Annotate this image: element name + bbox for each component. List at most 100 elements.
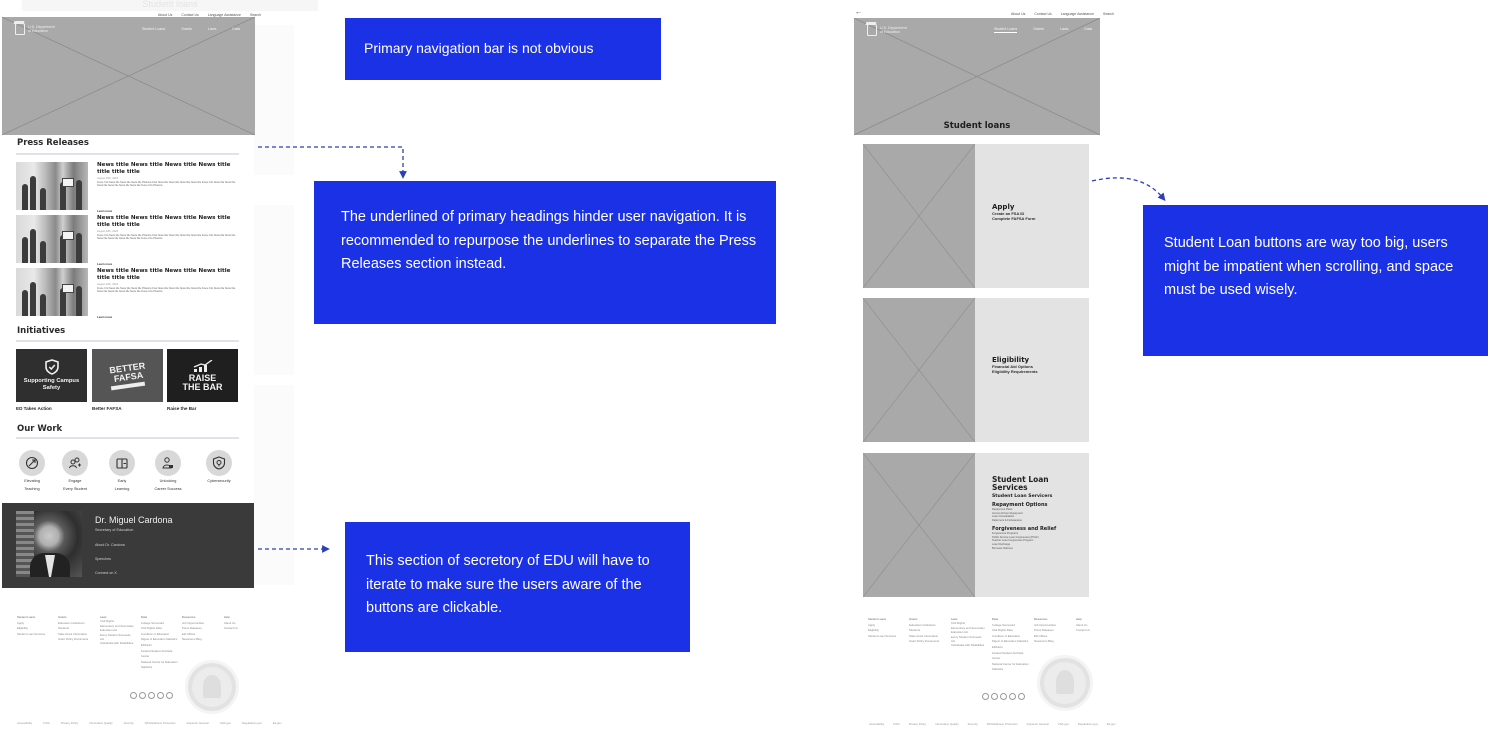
nav-data[interactable]: Data (232, 27, 240, 31)
learn-more-link[interactable]: Learn more (97, 209, 112, 213)
footer-link[interactable]: Every Student Succeeds Act (951, 635, 985, 644)
initiative-label[interactable]: Better FAFSA (92, 406, 122, 411)
press-title[interactable]: News title News title News title News ti… (97, 215, 240, 228)
servicers-link[interactable]: Student Loan Servicers (992, 494, 1082, 499)
legal-link[interactable]: Information Quality (89, 721, 112, 725)
linkedin-icon[interactable] (166, 692, 173, 699)
initiative-card-raise-the-bar[interactable]: RAISE THE BAR (167, 349, 238, 402)
legal-link[interactable]: Accessibility (17, 721, 32, 725)
legal-link[interactable]: Regulations.gov (242, 721, 262, 725)
facebook-icon[interactable] (982, 693, 989, 700)
footer-link[interactable]: Elementary and Secondary Education Act (100, 624, 134, 633)
footer-link[interactable]: Contact Us (224, 626, 246, 632)
facebook-icon[interactable] (130, 692, 137, 699)
legal-link[interactable]: FOIA (893, 722, 900, 726)
press-release-item[interactable]: News title News title News title News ti… (16, 162, 240, 214)
footer-link[interactable]: Elementary and Secondary Education Act (951, 626, 985, 635)
press-release-item[interactable]: News title News title News title News ti… (16, 215, 240, 267)
footer-link[interactable]: Individuals with Disabilities (100, 641, 134, 645)
nav-grants[interactable]: Grants (181, 27, 192, 31)
legal-link[interactable]: Privacy Policy (909, 722, 926, 726)
utility-link-contact[interactable]: Contact Us (1034, 12, 1051, 16)
logo[interactable]: U.S. Department of Education (15, 23, 56, 35)
instagram-icon[interactable] (148, 692, 155, 699)
legal-link[interactable]: Whistleblower Protection (987, 722, 1018, 726)
social-links (982, 693, 1025, 700)
legal-link[interactable]: Whistleblower Protection (145, 721, 176, 725)
legal-link[interactable]: FOIA (43, 721, 50, 725)
footer-column: Help About Us Contact Us (224, 615, 246, 632)
nav-grants[interactable]: Grants (1033, 27, 1044, 33)
work-item-cybersecurity[interactable]: Cybersecurity (193, 450, 245, 486)
work-item-early-learning[interactable]: Early Learning (96, 450, 148, 493)
logo[interactable]: U.S. Department of Education (867, 24, 908, 36)
legal-link[interactable]: Security (968, 722, 978, 726)
learn-more-link[interactable]: Learn more (97, 262, 112, 266)
initiative-label[interactable]: Raise the Bar (167, 406, 196, 411)
speeches-link[interactable]: Speeches (95, 557, 111, 561)
footer-link[interactable]: Federal Student Aid Data Center (141, 649, 179, 660)
linkedin-icon[interactable] (1018, 693, 1025, 700)
back-arrow-icon[interactable]: ← (855, 9, 862, 16)
footer-link[interactable]: Grant Policy Documents (909, 639, 945, 645)
legal-link[interactable]: Ed.gov (1107, 722, 1116, 726)
nav-data[interactable]: Data (1084, 27, 1092, 33)
legal-link[interactable]: Accessibility (869, 722, 884, 726)
legal-link[interactable]: Security (124, 721, 134, 725)
footer-column: Resources Job Opportunities Press Releas… (1034, 617, 1070, 645)
legal-link[interactable]: Inspector General (1027, 722, 1049, 726)
footer-link[interactable]: Newsroom Blog (1034, 639, 1070, 645)
connect-link[interactable]: Connect on X (95, 571, 117, 575)
press-release-item[interactable]: News title News title News title News ti… (16, 268, 240, 320)
footer-link[interactable]: Contact Us (1076, 628, 1098, 634)
instagram-icon[interactable] (1000, 693, 1007, 700)
legal-link[interactable]: USA.gov (1058, 722, 1069, 726)
loan-card-student-loan-services[interactable]: Student Loan Services Student Loan Servi… (863, 453, 1089, 597)
legal-link[interactable]: Inspector General (187, 721, 209, 725)
work-item-unlocking-career-success[interactable]: Unlocking Career Success (142, 450, 194, 493)
initiative-card-better-fafsa[interactable]: BETTER FAFSA (92, 349, 163, 402)
press-date: August 20th, 2024 (97, 177, 119, 180)
initiative-card-campus-safety[interactable]: Supporting Campus Safety (16, 349, 87, 402)
press-title[interactable]: News title News title News title News ti… (97, 268, 240, 281)
legal-link[interactable]: Ed.gov (273, 721, 282, 725)
press-title[interactable]: News title News title News title News ti… (97, 162, 240, 175)
loan-card-apply[interactable]: Apply Create an FSA ID Complete FAFSA Fo… (863, 144, 1089, 288)
footer-link[interactable]: Grant Policy Documents (58, 637, 94, 643)
connector-loan-buttons (1091, 177, 1166, 202)
legal-link[interactable]: Privacy Policy (61, 721, 78, 725)
about-secretary-link[interactable]: About Dr. Cardona (95, 543, 125, 547)
utility-link-search[interactable]: Search (1103, 12, 1114, 16)
youtube-icon[interactable] (1009, 693, 1016, 700)
footer-link[interactable]: Student Loan Services (17, 632, 53, 638)
footer-link[interactable]: National Center for Education Statistics (141, 660, 179, 671)
footer-link[interactable]: National Center for Education Statistics (992, 662, 1030, 673)
footer-link[interactable]: Newsroom Blog (182, 637, 218, 643)
nav-laws[interactable]: Laws (208, 27, 216, 31)
utility-link-language[interactable]: Language Assistance (1061, 12, 1094, 16)
utility-link-about[interactable]: About Us (1011, 12, 1025, 16)
nav-student-loans[interactable]: Student Loans (142, 27, 165, 31)
footer-column: Student Loans Apply Eligibility Student … (868, 617, 904, 639)
complete-fafsa-link[interactable]: Complete FAFSA Form (992, 216, 1035, 222)
learn-more-link[interactable]: Learn more (97, 315, 112, 319)
legal-link[interactable]: USA.gov (220, 721, 231, 725)
youtube-icon[interactable] (157, 692, 164, 699)
footer-link[interactable]: Individuals with Disabilities (951, 643, 985, 647)
initiative-label[interactable]: ED Takes Action (16, 406, 52, 411)
footer-link[interactable]: Federal Student Aid Data Center (992, 651, 1030, 662)
nav-student-loans-active[interactable]: Student Loans (994, 27, 1018, 33)
work-label: Teaching (24, 486, 40, 491)
footer-link[interactable]: Student Loan Services (868, 634, 904, 640)
legal-link[interactable]: Regulations.gov (1078, 722, 1098, 726)
legal-link[interactable]: Information Quality (935, 722, 958, 726)
repayment-link[interactable]: Deferment & Forbearance (992, 519, 1082, 523)
x-icon[interactable] (991, 693, 998, 700)
forgiveness-link[interactable]: Borrower Defense (992, 547, 1082, 551)
loan-card-eligibility[interactable]: Eligibility Financial Aid Options Eligib… (863, 298, 1089, 442)
nav-laws[interactable]: Laws (1060, 27, 1068, 33)
work-item-engage-every-student[interactable]: Engage Every Student (49, 450, 101, 493)
x-icon[interactable] (139, 692, 146, 699)
footer-link[interactable]: Every Student Succeeds Act (100, 633, 134, 642)
eligibility-requirements-link[interactable]: Eligibility Requirements (992, 369, 1038, 375)
